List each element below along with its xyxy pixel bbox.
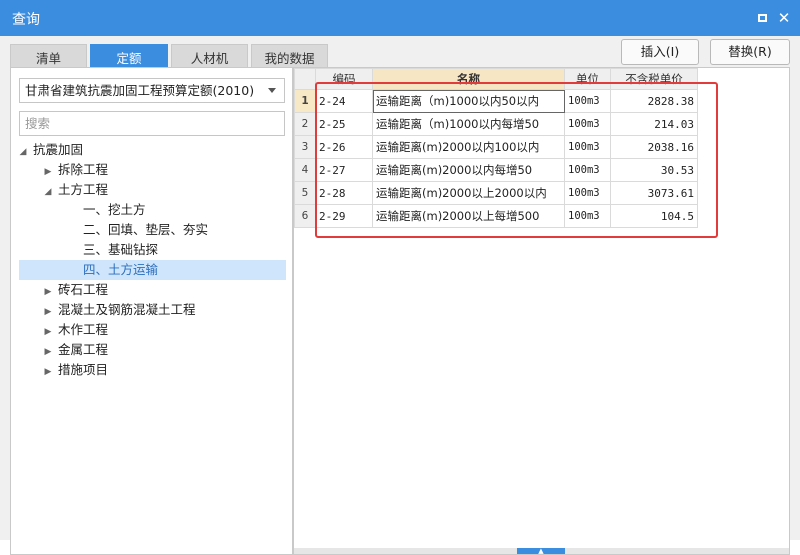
tree-node-earth-transport[interactable]: 四、土方运输	[19, 260, 286, 280]
collapse-icon[interactable]: ◢	[42, 182, 54, 202]
tree-node-label: 土方工程	[57, 182, 108, 197]
expand-icon[interactable]: ▶	[42, 322, 54, 342]
right-panel: 编码 名称 单位 不含税单价 1 2-24 运输距离（m)1000以内50以内 …	[293, 67, 790, 555]
row-number: 4	[294, 158, 316, 182]
tree-node-measures[interactable]: ▶ 措施项目	[42, 360, 292, 380]
expand-icon[interactable]: ▶	[42, 162, 54, 182]
row-number-header	[294, 68, 316, 90]
column-header-code[interactable]: 编码	[315, 68, 373, 90]
cell-code[interactable]: 2-27	[315, 158, 373, 182]
tree-node-label: 木作工程	[57, 322, 108, 337]
cell-price[interactable]: 2038.16	[610, 135, 698, 159]
row-number: 6	[294, 204, 316, 228]
cell-name[interactable]: 运输距离（m)1000以内50以内	[372, 89, 565, 113]
cell-code[interactable]: 2-26	[315, 135, 373, 159]
tree-node-label: 混凝土及钢筋混凝土工程	[57, 302, 196, 317]
expand-icon[interactable]: ▶	[42, 302, 54, 322]
tree-node-earthwork[interactable]: ◢ 土方工程	[42, 180, 292, 200]
table-row[interactable]: 3 2-26 运输距离(m)2000以内100以内 100m3 2038.16	[294, 135, 698, 159]
cell-code[interactable]: 2-29	[315, 204, 373, 228]
tree-node-drilling[interactable]: 三、基础钻探	[67, 240, 292, 260]
tree-node-excavation[interactable]: 一、挖土方	[67, 200, 292, 220]
cell-unit[interactable]: 100m3	[564, 158, 611, 182]
window-title: 查询	[12, 12, 40, 28]
tree-node-demolition[interactable]: ▶ 拆除工程	[42, 160, 292, 180]
tree-node-label: 一、挖土方	[82, 202, 146, 217]
tree-node-label: 三、基础钻探	[82, 242, 158, 257]
tree-node-label: 措施项目	[57, 362, 108, 377]
table-row[interactable]: 6 2-29 运输距离(m)2000以上每增500 100m3 104.5	[294, 204, 698, 228]
row-number: 3	[294, 135, 316, 159]
table-row[interactable]: 1 2-24 运输距离（m)1000以内50以内 100m3 2828.38	[294, 89, 698, 113]
cell-price[interactable]: 214.03	[610, 112, 698, 136]
cell-unit[interactable]: 100m3	[564, 204, 611, 228]
column-header-name[interactable]: 名称	[372, 68, 565, 90]
left-panel: 甘肃省建筑抗震加固工程预算定额(2010) ◢ 抗震加固 ▶ 拆除工程 ◢ 土方…	[10, 67, 293, 555]
cell-price[interactable]: 2828.38	[610, 89, 698, 113]
cell-code[interactable]: 2-25	[315, 112, 373, 136]
cell-unit[interactable]: 100m3	[564, 112, 611, 136]
title-bar: 查询 ✕	[0, 0, 800, 36]
tree-node-label: 四、土方运输	[82, 262, 158, 277]
cell-name[interactable]: 运输距离(m)2000以上每增500	[372, 204, 565, 228]
replace-button[interactable]: 替换(R)	[710, 39, 790, 65]
cell-price[interactable]: 30.53	[610, 158, 698, 182]
cell-name[interactable]: 运输距离（m)1000以内每增50	[372, 112, 565, 136]
tree-node-backfill[interactable]: 二、回填、垫层、夯实	[67, 220, 292, 240]
quota-table: 编码 名称 单位 不含税单价 1 2-24 运输距离（m)1000以内50以内 …	[294, 68, 698, 228]
cell-code[interactable]: 2-28	[315, 181, 373, 205]
cell-price[interactable]: 3073.61	[610, 181, 698, 205]
table-row[interactable]: 4 2-27 运输距离(m)2000以内每增50 100m3 30.53	[294, 158, 698, 182]
expand-icon[interactable]: ▶	[42, 342, 54, 362]
tree-node-label: 拆除工程	[57, 162, 108, 177]
tree-node-concrete[interactable]: ▶ 混凝土及钢筋混凝土工程	[42, 300, 292, 320]
cell-code[interactable]: 2-24	[315, 89, 373, 113]
cell-price[interactable]: 104.5	[610, 204, 698, 228]
cell-name[interactable]: 运输距离(m)2000以内每增50	[372, 158, 565, 182]
cell-unit[interactable]: 100m3	[564, 135, 611, 159]
expand-icon[interactable]: ▶	[42, 282, 54, 302]
horizontal-scrollbar[interactable]: ▲	[294, 548, 789, 555]
chevron-down-icon[interactable]	[268, 88, 276, 93]
expand-icon[interactable]: ▶	[42, 362, 54, 382]
quota-library-value: 甘肃省建筑抗震加固工程预算定额(2010)	[25, 83, 255, 98]
column-header-unit[interactable]: 单位	[564, 68, 611, 90]
collapse-splitter-handle[interactable]: ▲	[517, 548, 565, 555]
tree-node-masonry[interactable]: ▶ 砖石工程	[42, 280, 292, 300]
quota-library-select[interactable]: 甘肃省建筑抗震加固工程预算定额(2010)	[19, 78, 285, 103]
row-number: 2	[294, 112, 316, 136]
tree-node-label: 抗震加固	[32, 142, 83, 157]
cell-name[interactable]: 运输距离(m)2000以内100以内	[372, 135, 565, 159]
maximize-icon[interactable]	[752, 8, 772, 28]
table-row[interactable]: 5 2-28 运输距离(m)2000以上2000以内 100m3 3073.61	[294, 181, 698, 205]
table-header-row: 编码 名称 单位 不含税单价	[294, 68, 698, 90]
column-header-price[interactable]: 不含税单价	[610, 68, 698, 90]
row-number: 5	[294, 181, 316, 205]
cell-name[interactable]: 运输距离(m)2000以上2000以内	[372, 181, 565, 205]
tree-node-woodwork[interactable]: ▶ 木作工程	[42, 320, 292, 340]
cell-unit[interactable]: 100m3	[564, 89, 611, 113]
dialog-body: 清单 定额 人材机 我的数据 插入(I) 替换(R) 甘肃省建筑抗震加固工程预算…	[0, 36, 800, 555]
tree-node-label: 金属工程	[57, 342, 108, 357]
tree-node-label: 砖石工程	[57, 282, 108, 297]
table-row[interactable]: 2 2-25 运输距离（m)1000以内每增50 100m3 214.03	[294, 112, 698, 136]
tree-node-label: 二、回填、垫层、夯实	[82, 222, 208, 237]
cell-unit[interactable]: 100m3	[564, 181, 611, 205]
tree-node-kangzhen[interactable]: ◢ 抗震加固	[17, 140, 292, 160]
tree-node-metal[interactable]: ▶ 金属工程	[42, 340, 292, 360]
insert-button[interactable]: 插入(I)	[621, 39, 699, 65]
row-number: 1	[294, 89, 316, 113]
collapse-icon[interactable]: ◢	[17, 142, 29, 162]
search-input[interactable]	[19, 111, 285, 136]
close-icon[interactable]: ✕	[774, 8, 794, 28]
